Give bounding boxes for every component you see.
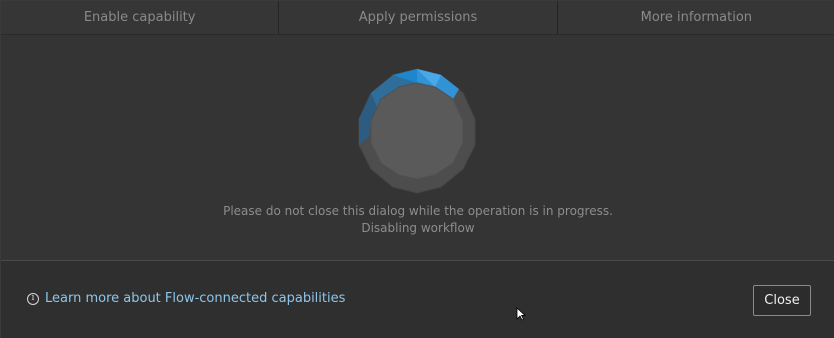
- learn-more-label[interactable]: Learn more about Flow-connected capabili…: [45, 291, 345, 306]
- mouse-cursor-icon: [516, 307, 526, 321]
- tab-more-information[interactable]: More information: [558, 1, 834, 34]
- tab-apply-permissions[interactable]: Apply permissions: [279, 1, 558, 34]
- dialog-footer: i Learn more about Flow-connected capabi…: [1, 261, 834, 338]
- progress-panel: Please do not close this dialog while th…: [1, 35, 834, 261]
- dialog-frame: Enable capability Apply permissions More…: [0, 0, 834, 338]
- info-icon: i: [27, 292, 39, 305]
- close-button[interactable]: Close: [753, 285, 811, 316]
- loading-spinner-icon: [358, 68, 476, 194]
- progress-message: Please do not close this dialog while th…: [223, 204, 613, 218]
- progress-status: Disabling workflow: [361, 221, 475, 235]
- learn-more-link[interactable]: i Learn more about Flow-connected capabi…: [27, 291, 345, 306]
- wizard-tabs: Enable capability Apply permissions More…: [1, 1, 834, 35]
- tab-enable-capability[interactable]: Enable capability: [1, 1, 280, 34]
